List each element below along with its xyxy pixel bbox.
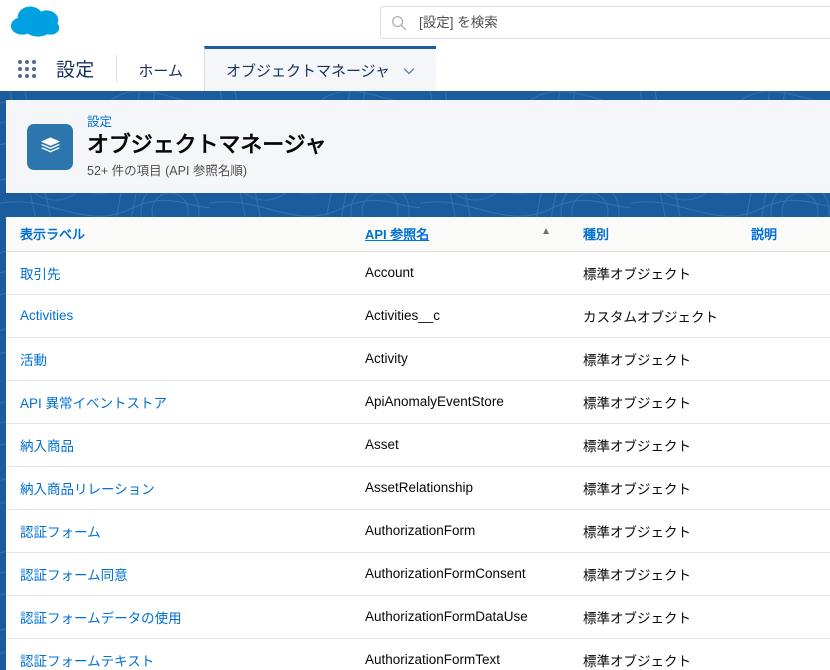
cell-description — [737, 423, 830, 466]
header-text-block: 設定 オブジェクトマネージャ 52+ 件の項目 (API 参照名順) — [87, 114, 326, 180]
cell-label: 認証フォームデータの使用 — [6, 595, 351, 638]
object-link[interactable]: 認証フォーム同意 — [20, 568, 128, 583]
page-title: オブジェクトマネージャ — [87, 131, 326, 158]
nav-tabs: ホーム オブジェクトマネージャ — [117, 46, 436, 91]
cell-api-name: Activity — [351, 337, 569, 380]
tab-object-manager-label: オブジェクトマネージャ — [226, 60, 390, 81]
cell-description — [737, 380, 830, 423]
breadcrumb-setup[interactable]: 設定 — [87, 114, 326, 130]
cell-api-name: Activities__c — [351, 294, 569, 337]
object-manager-layers-icon — [27, 124, 73, 170]
cell-label: 納入商品リレーション — [6, 466, 351, 509]
table-row[interactable]: 認証フォーム AuthorizationForm標準オブジェクト — [6, 509, 830, 552]
table-row[interactable]: 納入商品 Asset標準オブジェクト — [6, 423, 830, 466]
table-row[interactable]: 認証フォームデータの使用 AuthorizationFormDataUse標準オブ… — [6, 595, 830, 638]
cell-api-name: AuthorizationForm — [351, 509, 569, 552]
cell-description — [737, 638, 830, 670]
app-launcher-button[interactable] — [0, 46, 54, 91]
page-body: 設定 オブジェクトマネージャ 52+ 件の項目 (API 参照名順) 表示ラベル… — [0, 91, 830, 670]
table-row[interactable]: API 異常イベントストア ApiAnomalyEventStore標準オブジェク… — [6, 380, 830, 423]
object-list-table: 表示ラベル ▲ API 参照名 種別 説明 取引先Account標準オブジェクト… — [6, 217, 830, 670]
table-row[interactable]: 取引先 Account標準オブジェクト — [6, 251, 830, 294]
table-head: 表示ラベル ▲ API 参照名 種別 説明 — [6, 217, 830, 251]
cell-api-name: Account — [351, 251, 569, 294]
cell-description — [737, 251, 830, 294]
search-input[interactable] — [419, 7, 830, 38]
table-row[interactable]: 納入商品リレーション AssetRelationship標準オブジェクト — [6, 466, 830, 509]
sort-ascending-icon[interactable]: ▲ — [541, 224, 551, 240]
cell-type: 標準オブジェクト — [569, 466, 737, 509]
record-count-label: 52+ 件の項目 (API 参照名順) — [87, 163, 326, 180]
cell-description — [737, 509, 830, 552]
cell-type: 標準オブジェクト — [569, 251, 737, 294]
tab-home-label: ホーム — [138, 60, 183, 81]
table-body: 取引先Account標準オブジェクトActivitiesActivities__… — [6, 251, 830, 670]
cell-api-name: AssetRelationship — [351, 466, 569, 509]
cell-description — [737, 552, 830, 595]
search-box[interactable] — [380, 6, 830, 39]
chevron-down-icon[interactable] — [403, 64, 415, 76]
object-link[interactable]: 認証フォーム — [20, 525, 101, 540]
object-link[interactable]: API 異常イベントストア — [20, 396, 167, 411]
cell-api-name: Asset — [351, 423, 569, 466]
column-header-type-text: 種別 — [583, 227, 609, 242]
cell-api-name: ApiAnomalyEventStore — [351, 380, 569, 423]
column-header-api-name-text[interactable]: API 参照名 — [365, 227, 429, 242]
object-link[interactable]: 納入商品 — [20, 439, 74, 454]
cell-type: カスタムオブジェクト — [569, 294, 737, 337]
table-row[interactable]: 活動 Activity標準オブジェクト — [6, 337, 830, 380]
cell-label: 認証フォーム同意 — [6, 552, 351, 595]
cell-label: API 異常イベントストア — [6, 380, 351, 423]
cell-type: 標準オブジェクト — [569, 638, 737, 670]
column-header-label-text: 表示ラベル — [20, 227, 85, 242]
cell-label: 活動 — [6, 337, 351, 380]
cell-label: Activities — [6, 294, 351, 337]
salesforce-cloud-logo[interactable] — [6, 3, 68, 43]
app-launcher-grid-icon — [18, 60, 36, 78]
table-header-row: 表示ラベル ▲ API 参照名 種別 説明 — [6, 217, 830, 251]
cell-description — [737, 466, 830, 509]
cell-type: 標準オブジェクト — [569, 552, 737, 595]
object-link[interactable]: 認証フォームテキスト — [20, 654, 154, 669]
cell-description — [737, 294, 830, 337]
tab-home[interactable]: ホーム — [117, 46, 204, 91]
cell-label: 認証フォーム — [6, 509, 351, 552]
global-search[interactable] — [380, 6, 830, 39]
object-link[interactable]: 認証フォームデータの使用 — [20, 611, 182, 626]
cell-description — [737, 337, 830, 380]
table-row[interactable]: 認証フォームテキスト AuthorizationFormText標準オブジェクト — [6, 638, 830, 670]
cell-type: 標準オブジェクト — [569, 509, 737, 552]
column-header-api-name[interactable]: ▲ API 参照名 — [351, 217, 569, 251]
cell-label: 取引先 — [6, 251, 351, 294]
column-header-type[interactable]: 種別 — [569, 217, 737, 251]
cell-type: 標準オブジェクト — [569, 337, 737, 380]
tab-object-manager[interactable]: オブジェクトマネージャ — [204, 46, 436, 91]
object-link[interactable]: 活動 — [20, 353, 47, 368]
cell-api-name: AuthorizationFormDataUse — [351, 595, 569, 638]
search-icon — [391, 15, 407, 31]
object-link[interactable]: 取引先 — [20, 267, 61, 282]
cell-type: 標準オブジェクト — [569, 595, 737, 638]
object-manager-header-card: 設定 オブジェクトマネージャ 52+ 件の項目 (API 参照名順) — [6, 100, 830, 193]
app-name-label: 設定 — [54, 46, 116, 91]
cell-api-name: AuthorizationFormText — [351, 638, 569, 670]
global-header — [0, 0, 830, 46]
column-header-description[interactable]: 説明 — [737, 217, 830, 251]
cell-label: 認証フォームテキスト — [6, 638, 351, 670]
table-row[interactable]: 認証フォーム同意 AuthorizationFormConsent標準オブジェクト — [6, 552, 830, 595]
cell-type: 標準オブジェクト — [569, 380, 737, 423]
setup-nav-bar: 設定 ホーム オブジェクトマネージャ — [0, 46, 830, 91]
cell-description — [737, 595, 830, 638]
column-header-description-text: 説明 — [751, 227, 777, 242]
cell-type: 標準オブジェクト — [569, 423, 737, 466]
object-list-table-container[interactable]: 表示ラベル ▲ API 参照名 種別 説明 取引先Account標準オブジェクト… — [6, 217, 830, 670]
object-link[interactable]: 納入商品リレーション — [20, 482, 155, 497]
column-header-label[interactable]: 表示ラベル — [6, 217, 351, 251]
table-row[interactable]: Activities Activities__cカスタムオブジェクト — [6, 294, 830, 337]
object-link[interactable]: Activities — [20, 308, 73, 323]
cell-api-name: AuthorizationFormConsent — [351, 552, 569, 595]
cell-label: 納入商品 — [6, 423, 351, 466]
